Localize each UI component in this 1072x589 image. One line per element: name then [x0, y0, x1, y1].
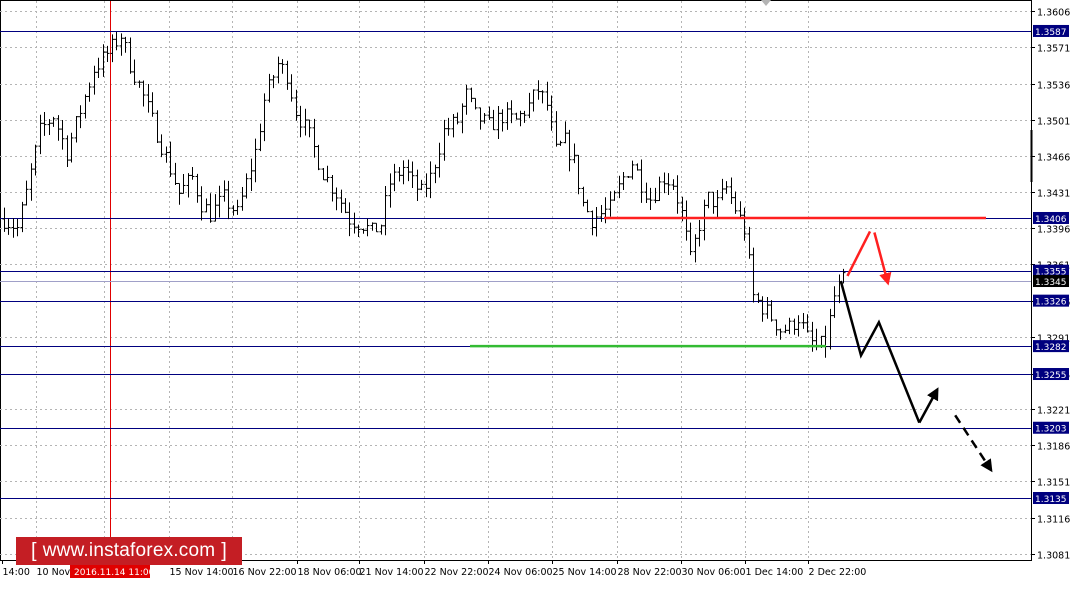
y-tick-label: 1.3186 — [1037, 442, 1070, 453]
watermark-right-bracket: ] — [221, 539, 228, 562]
x-tick-label: 10 Nov — [37, 567, 71, 578]
chart-area: 1.3606 1.3571 1.3536 1.3501 1.3466 1.3431 1.33… — [0, 0, 1072, 585]
x-tick-label: 15 Nov 14:00 — [170, 567, 234, 578]
x-tick-label: 1 Dec 14:00 — [746, 567, 804, 578]
highlight-time-label: 2016.11.14 11:00 — [74, 568, 155, 578]
price-level-label: 1.3135 — [1035, 495, 1067, 505]
x-tick-label: 25 Nov 14:00 — [553, 567, 617, 578]
price-level-label: 1.3282 — [1035, 343, 1067, 353]
y-tick-label: 1.3221 — [1037, 406, 1070, 417]
x-tick-label: 16 Nov 22:00 — [233, 567, 297, 578]
x-tick-label: 30 Nov 06:00 — [682, 567, 746, 578]
y-tick-label: 1.3116 — [1037, 515, 1070, 526]
x-tick-label: 22 Nov 22:00 — [425, 567, 489, 578]
y-tick-label: 1.3606 — [1037, 8, 1070, 19]
x-tick-label: 21 Nov 14:00 — [360, 567, 424, 578]
x-tick-label: 28 Nov 22:00 — [618, 567, 682, 578]
x-tick-label: 24 Nov 06:00 — [489, 567, 553, 578]
price-level-label: 1.3203 — [1035, 425, 1067, 435]
y-tick-label: 1.3151 — [1037, 478, 1070, 489]
x-tick-label: 14:00 — [3, 567, 30, 578]
y-tick-label: 1.3501 — [1037, 117, 1070, 128]
y-tick-label: 1.3466 — [1037, 153, 1070, 164]
chart-svg: 1.3606 1.3571 1.3536 1.3501 1.3466 1.3431 1.33… — [0, 0, 1070, 578]
watermark-logo: [ www.instaforex.com ] — [16, 537, 242, 565]
price-level-label: 1.3326 — [1035, 298, 1067, 308]
y-tick-label: 1.3396 — [1037, 225, 1070, 236]
price-level-label: 1.3587 — [1035, 28, 1067, 38]
y-tick-label: 1.3536 — [1037, 81, 1070, 92]
watermark-text: www.instaforex.com — [42, 540, 216, 561]
y-tick-label: 1.3571 — [1037, 44, 1070, 55]
x-tick-label: 2 Dec 22:00 — [809, 567, 867, 578]
watermark-left-bracket: [ — [30, 539, 37, 562]
y-tick-label: 1.3431 — [1037, 189, 1070, 200]
y-tick-label: 1.3081 — [1037, 551, 1070, 562]
price-level-label: 1.3406 — [1035, 215, 1067, 225]
x-tick-label: 18 Nov 06:00 — [298, 567, 362, 578]
price-level-label: 1.3255 — [1035, 371, 1067, 381]
current-price-label: 1.3345 — [1035, 278, 1067, 288]
